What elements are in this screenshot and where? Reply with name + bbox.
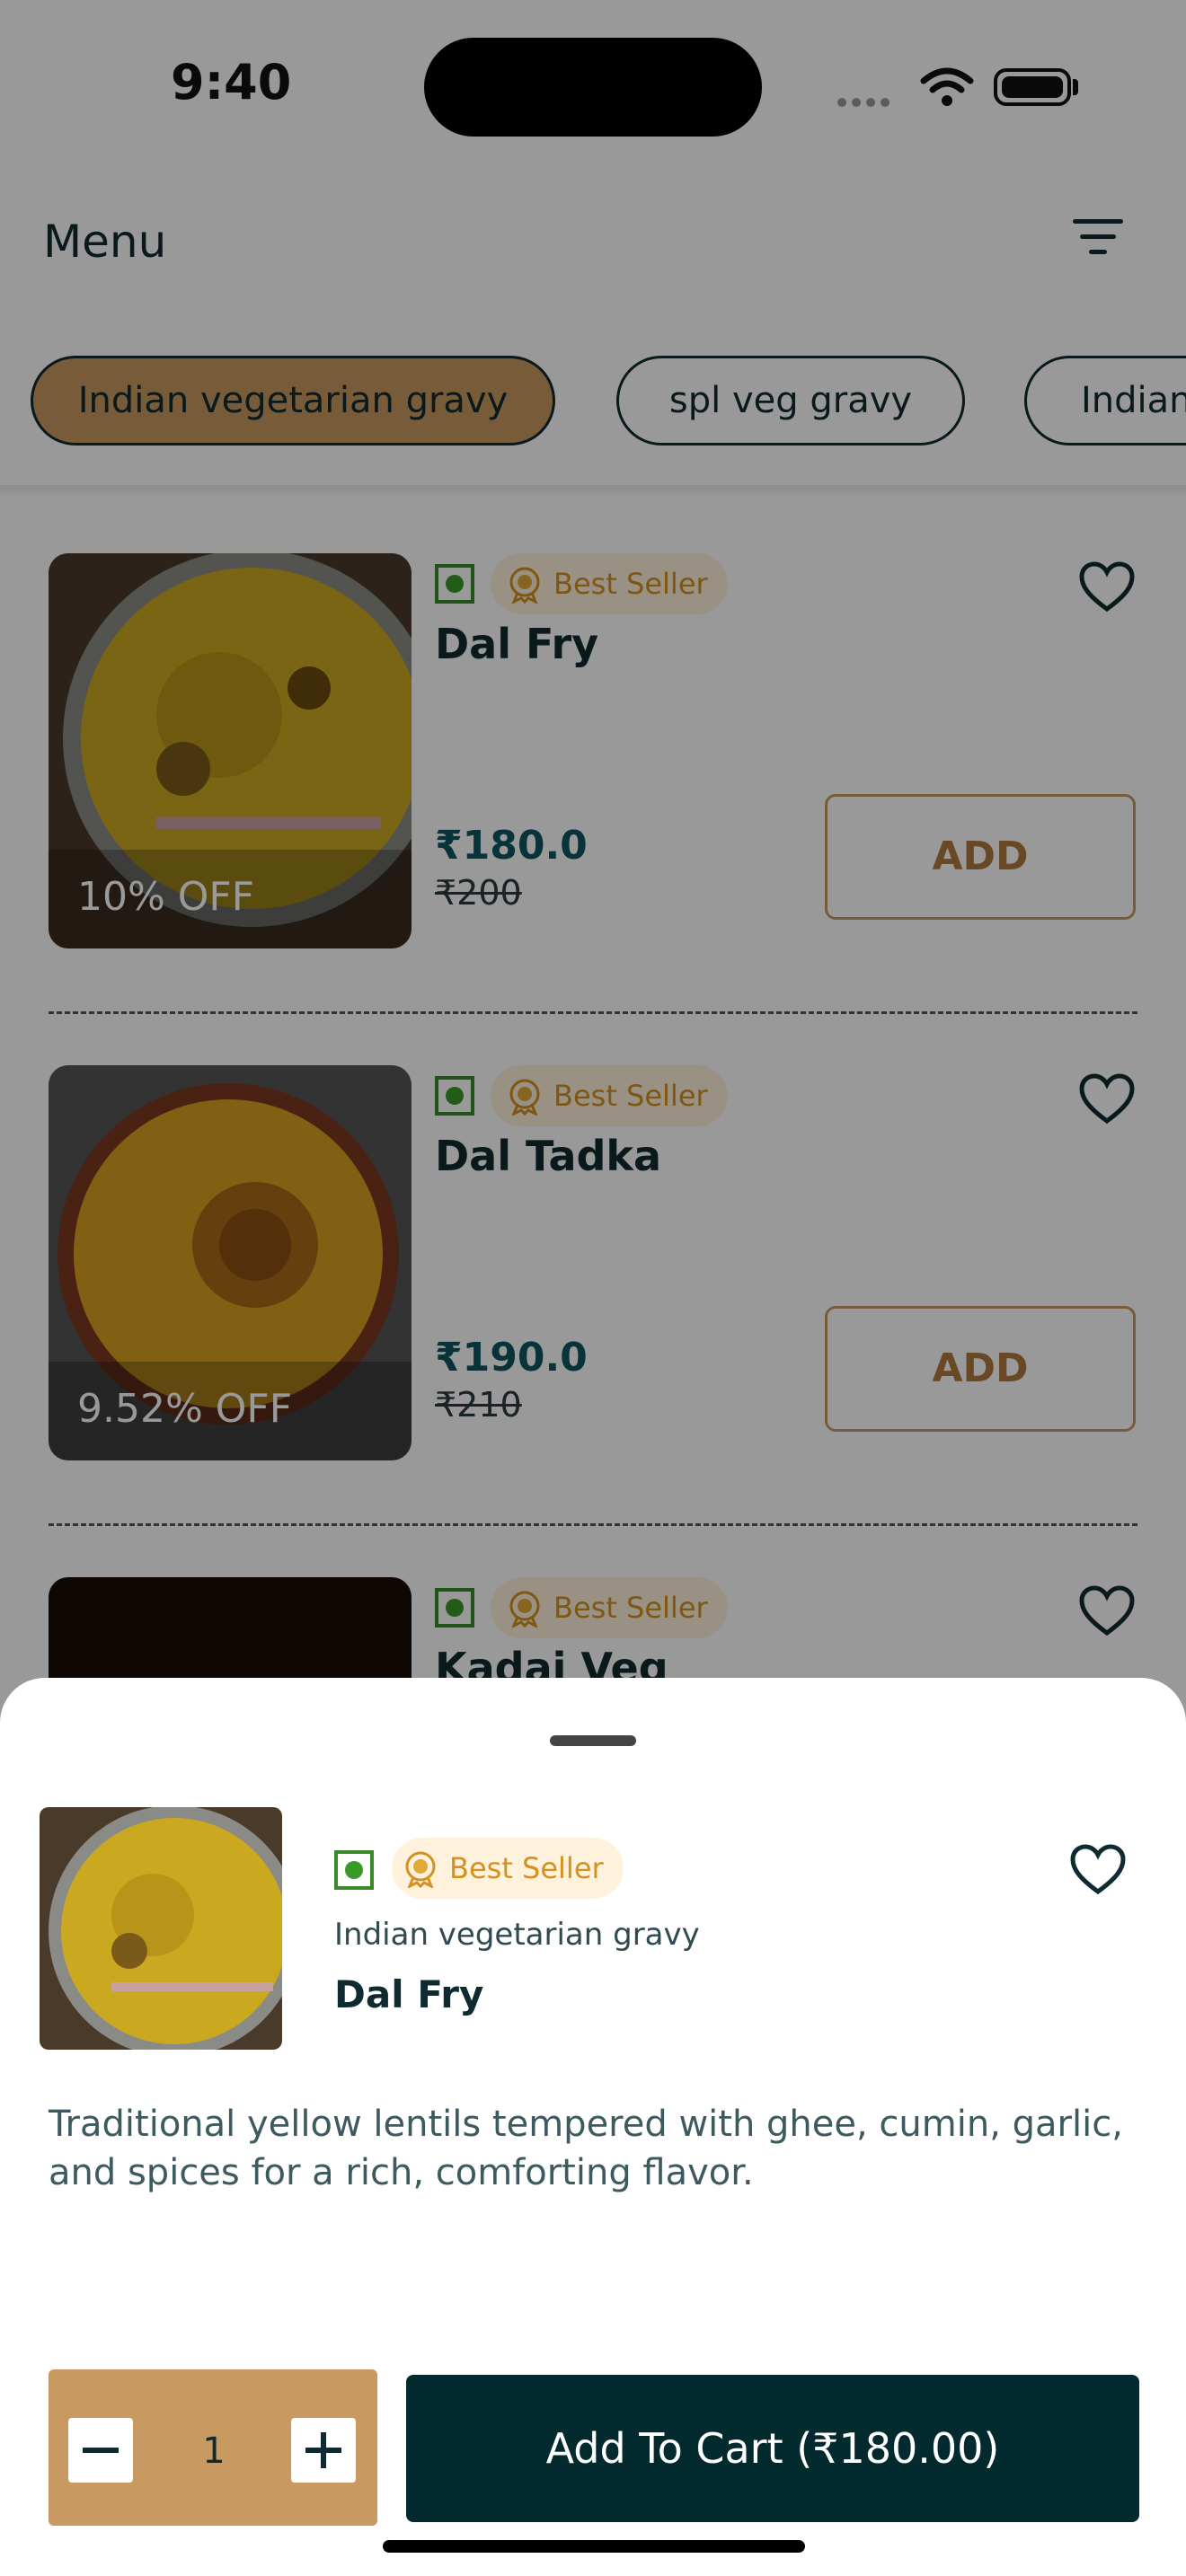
- minus-icon[interactable]: [68, 2418, 133, 2483]
- item-description: Traditional yellow lentils tempered with…: [49, 2104, 1123, 2193]
- add-to-cart-button[interactable]: Add To Cart (₹180.00): [406, 2375, 1139, 2522]
- home-indicator: [383, 2540, 805, 2553]
- veg-indicator-icon: [334, 1850, 374, 1890]
- quantity-stepper: 1: [49, 2369, 377, 2526]
- item-detail-sheet: Best Seller Indian vegetarian gravy Dal …: [0, 1678, 1186, 2576]
- sheet-drag-handle[interactable]: [550, 1735, 636, 1746]
- best-seller-badge: Best Seller: [392, 1838, 624, 1899]
- quantity-value: 1: [202, 2430, 226, 2472]
- award-icon: [405, 1851, 436, 1888]
- screen: 9:40 Menu Indian vegetarian gravy spl ve…: [0, 0, 1186, 2576]
- item-name: Dal Fry: [334, 1972, 484, 2016]
- sheet-item-image: [40, 1807, 282, 2050]
- item-category: Indian vegetarian gravy: [334, 1917, 700, 1953]
- badge-label: Best Seller: [449, 1851, 604, 1885]
- plus-icon[interactable]: [291, 2418, 356, 2483]
- heart-icon[interactable]: [1069, 1843, 1127, 1895]
